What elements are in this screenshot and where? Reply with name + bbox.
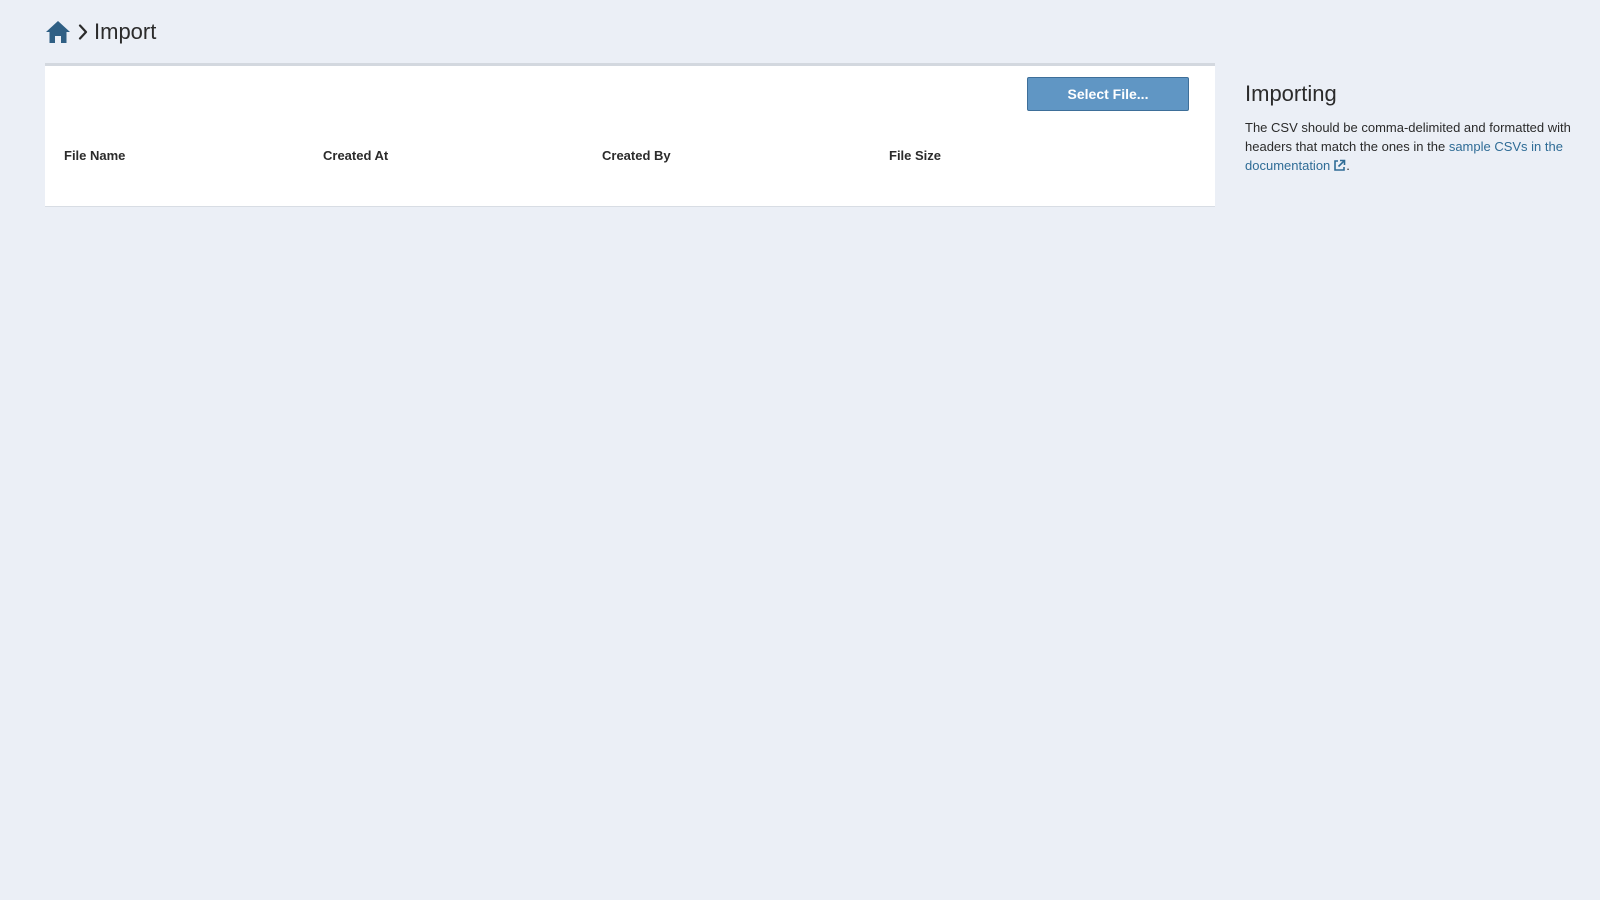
select-file-button[interactable]: Select File...	[1027, 77, 1189, 111]
imports-panel: Select File... File Name Created At Crea…	[45, 63, 1215, 207]
importing-help: Importing The CSV should be comma-delimi…	[1245, 80, 1595, 175]
external-link-icon	[1334, 159, 1346, 171]
breadcrumb: Import	[45, 18, 156, 46]
column-header-created-by[interactable]: Created By	[602, 148, 671, 163]
table-header: File Name Created At Created By File Siz…	[45, 148, 1215, 168]
column-header-file-size[interactable]: File Size	[889, 148, 941, 163]
chevron-right-icon	[78, 24, 88, 40]
home-link[interactable]	[45, 19, 71, 45]
home-icon	[46, 21, 70, 43]
column-header-file-name[interactable]: File Name	[64, 148, 125, 163]
column-header-created-at[interactable]: Created At	[323, 148, 388, 163]
help-title: Importing	[1245, 81, 1337, 106]
help-text: The CSV should be comma-delimited and fo…	[1245, 118, 1595, 175]
help-text-end: .	[1346, 158, 1350, 173]
page-title: Import	[94, 19, 157, 44]
